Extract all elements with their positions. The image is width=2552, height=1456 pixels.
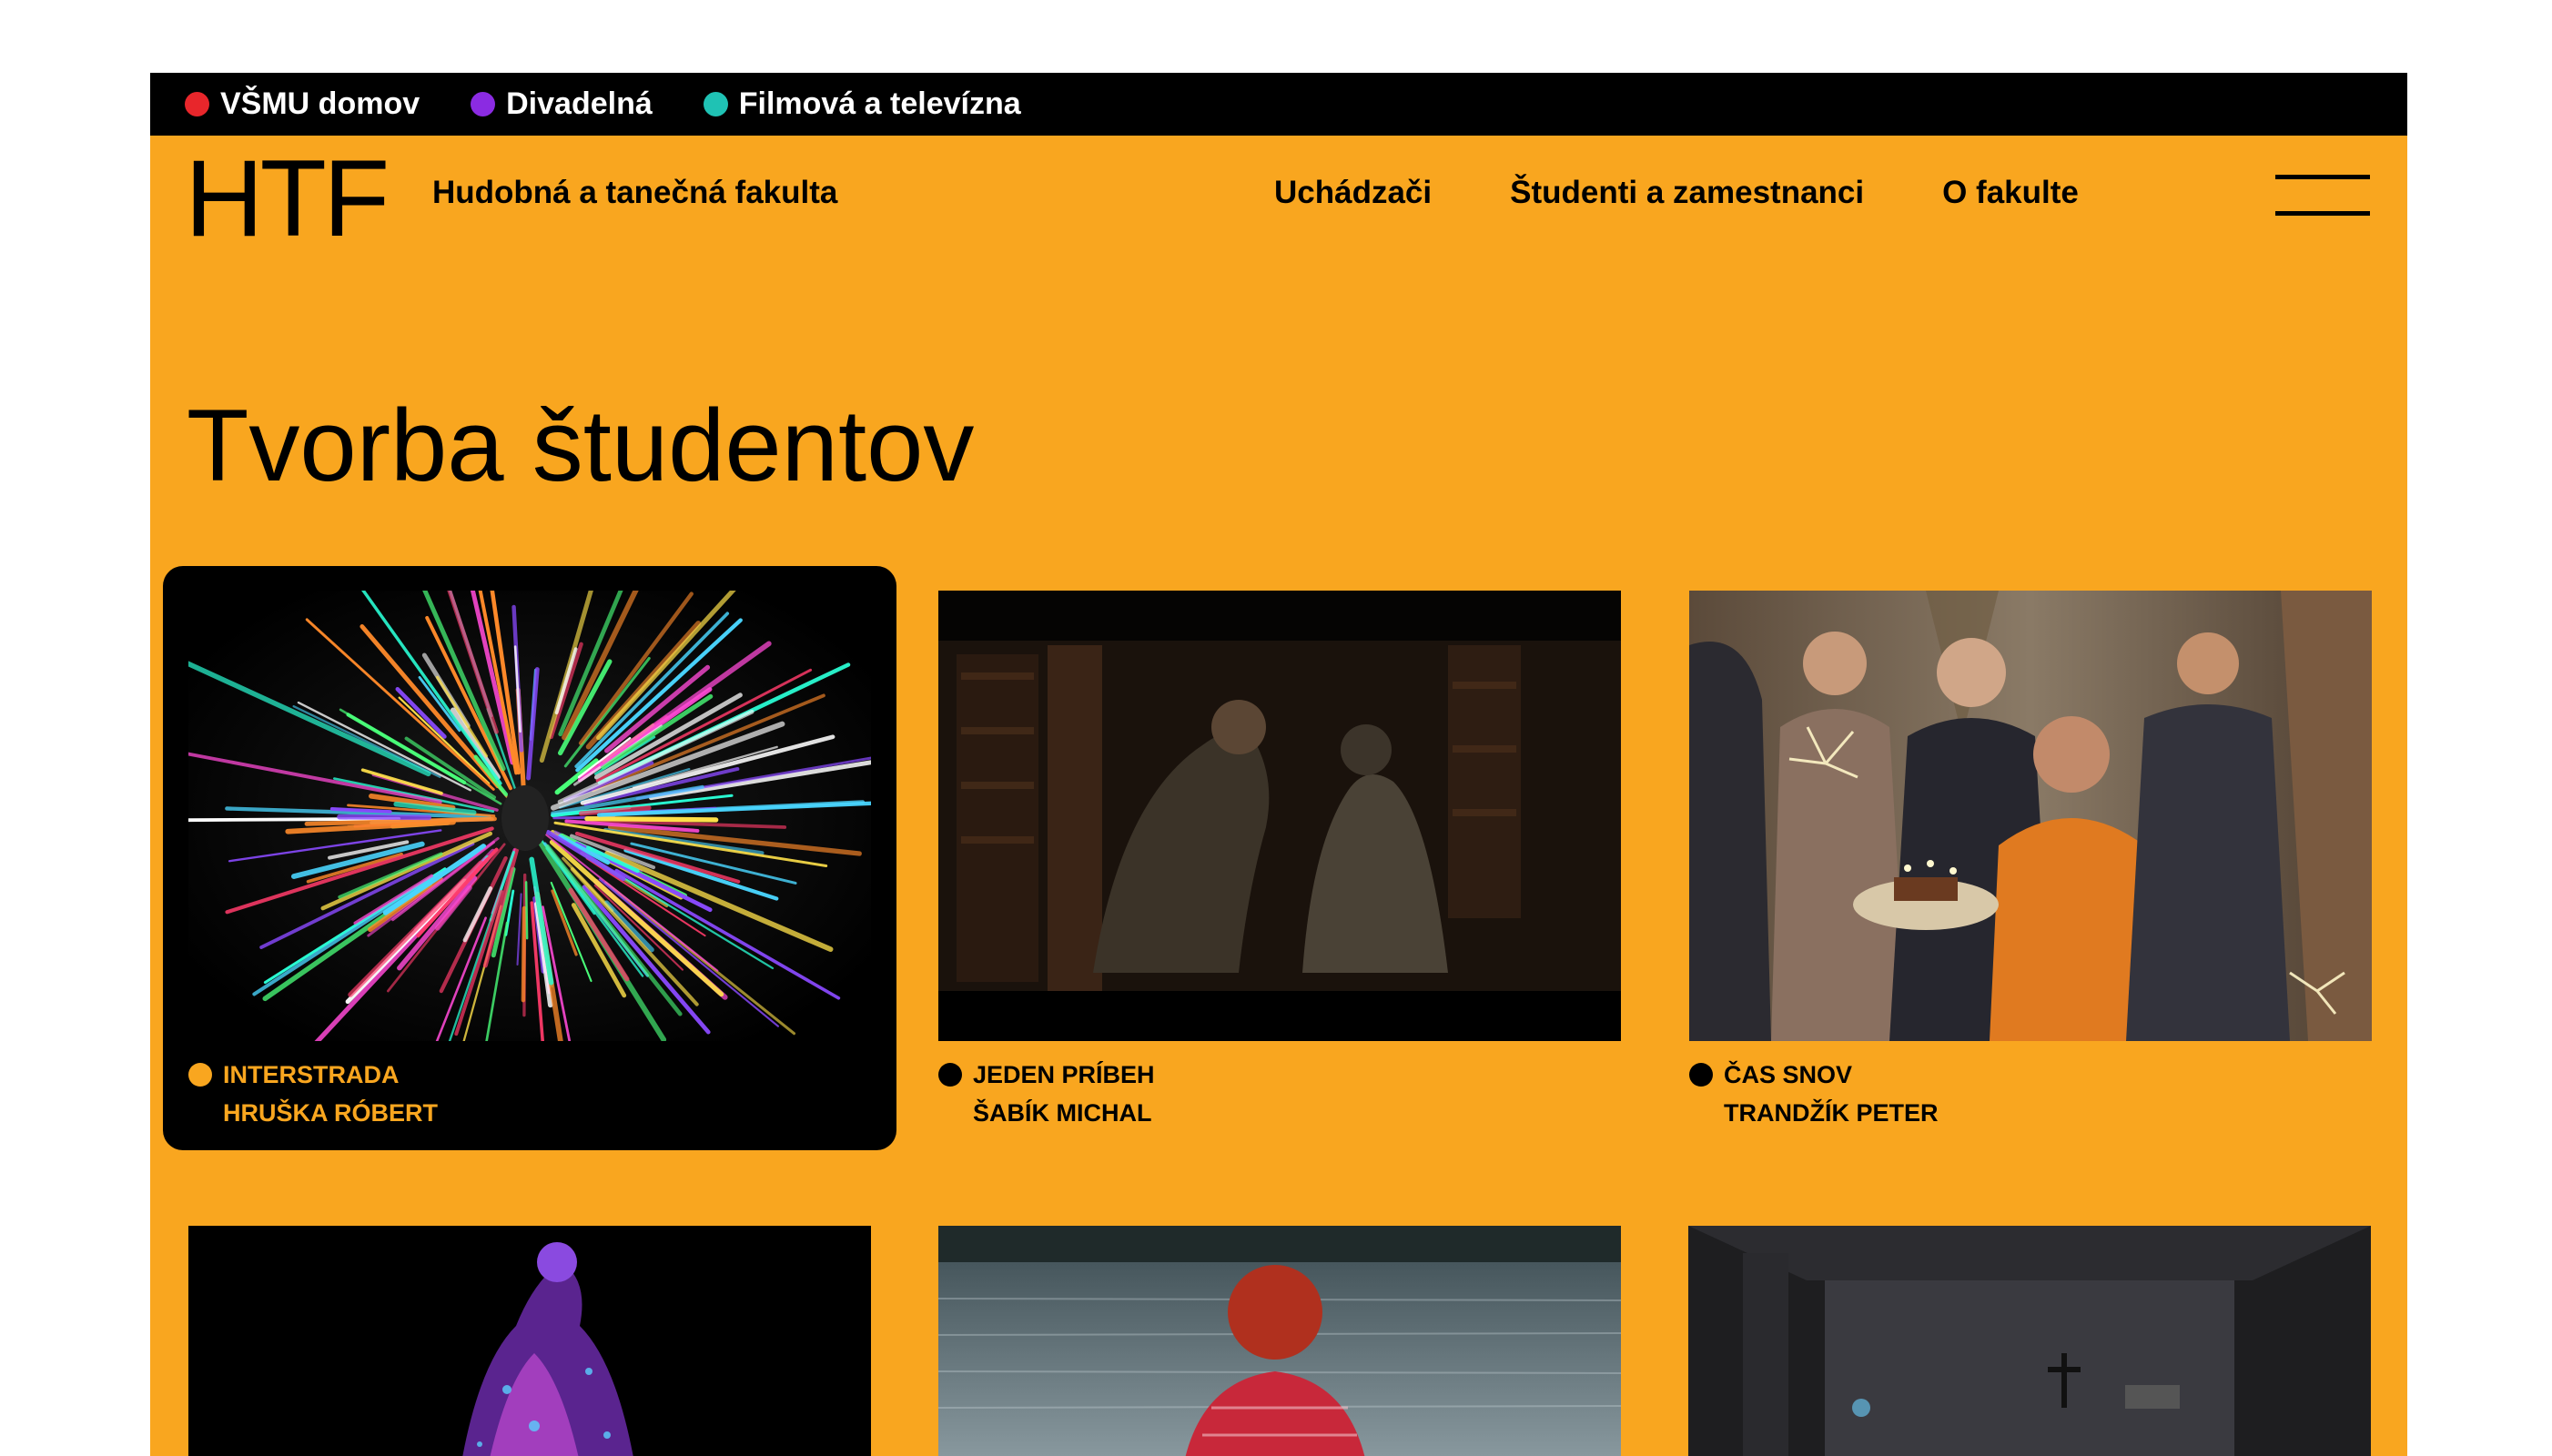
topbar-link-label: VŠMU domov [220, 86, 420, 121]
nav-item-uchadzaci[interactable]: Uchádzači [1274, 175, 1432, 211]
logo[interactable]: HTF [185, 144, 390, 253]
lake-scene-image [938, 1226, 1621, 1456]
project-author: HRUŠKA RÓBERT [223, 1099, 438, 1127]
topbar-link-label: Divadelná [506, 86, 653, 121]
project-card-jeden-pribeh[interactable]: JEDEN PRÍBEH ŠABÍK MICHAL [938, 591, 1621, 1137]
light-ray [521, 905, 527, 1003]
dark-room-image [1688, 1226, 2371, 1456]
dot-icon [1689, 1063, 1713, 1087]
light-ray [524, 881, 529, 940]
dancer-particles-image [188, 1226, 871, 1456]
page-frame: VŠMU domov Divadelná Filmová a televízna… [150, 73, 2407, 1456]
faculty-name[interactable]: Hudobná a tanečná fakulta [432, 175, 837, 211]
project-thumbnail [1688, 1226, 2371, 1456]
red-dot-icon [185, 92, 209, 116]
topbar-link-filmova[interactable]: Filmová a televízna [703, 86, 1021, 122]
project-card-row2-1[interactable] [188, 1226, 871, 1456]
dot-icon [938, 1063, 962, 1087]
library-scene-image [938, 591, 1621, 1041]
project-card-row2-2[interactable] [938, 1226, 1621, 1456]
project-thumbnail [1689, 591, 2372, 1041]
menu-line [2275, 175, 2370, 179]
party-scene-image [1689, 591, 2372, 1041]
project-card-cas-snov[interactable]: ČAS SNOV TRANDŽÍK PETER [1689, 591, 2372, 1137]
dot-icon [188, 1063, 212, 1087]
project-caption: ČAS SNOV TRANDŽÍK PETER [1689, 1056, 1939, 1132]
menu-line [2275, 211, 2370, 216]
project-caption: INTERSTRADA HRUŠKA RÓBERT [188, 1056, 438, 1132]
project-thumbnail [938, 1226, 1621, 1456]
hyperspace-image [188, 591, 871, 1041]
light-ray [337, 814, 431, 821]
main-nav: Uchádzači Študenti a zamestnanci O fakul… [1274, 175, 2157, 211]
topbar-link-label: Filmová a televízna [738, 86, 1021, 121]
hamburger-icon[interactable] [2275, 169, 2370, 220]
project-card-interstrada[interactable]: INTERSTRADA HRUŠKA RÓBERT [163, 566, 896, 1150]
project-title: ČAS SNOV [1724, 1061, 1853, 1088]
project-card-row2-3[interactable] [1688, 1226, 2371, 1456]
nav-item-o-fakulte[interactable]: O fakulte [1942, 175, 2079, 211]
teal-dot-icon [703, 92, 728, 116]
topbar-link-vsmu[interactable]: VŠMU domov [185, 86, 420, 122]
project-title: JEDEN PRÍBEH [973, 1061, 1155, 1088]
project-thumbnail [188, 1226, 871, 1456]
top-school-bar: VŠMU domov Divadelná Filmová a televízna [150, 73, 2407, 136]
project-author: TRANDŽÍK PETER [1724, 1099, 1939, 1127]
topbar-link-divadelna[interactable]: Divadelná [471, 86, 653, 122]
page-title: Tvorba študentov [187, 389, 975, 502]
light-ray [584, 815, 719, 823]
project-author: ŠABÍK MICHAL [973, 1099, 1152, 1127]
project-thumbnail [938, 591, 1621, 1041]
nav-item-studenti[interactable]: Študenti a zamestnanci [1510, 175, 1864, 211]
project-title: INTERSTRADA [223, 1061, 400, 1088]
project-caption: JEDEN PRÍBEH ŠABÍK MICHAL [938, 1056, 1155, 1132]
purple-dot-icon [471, 92, 496, 116]
project-thumbnail [188, 591, 871, 1041]
